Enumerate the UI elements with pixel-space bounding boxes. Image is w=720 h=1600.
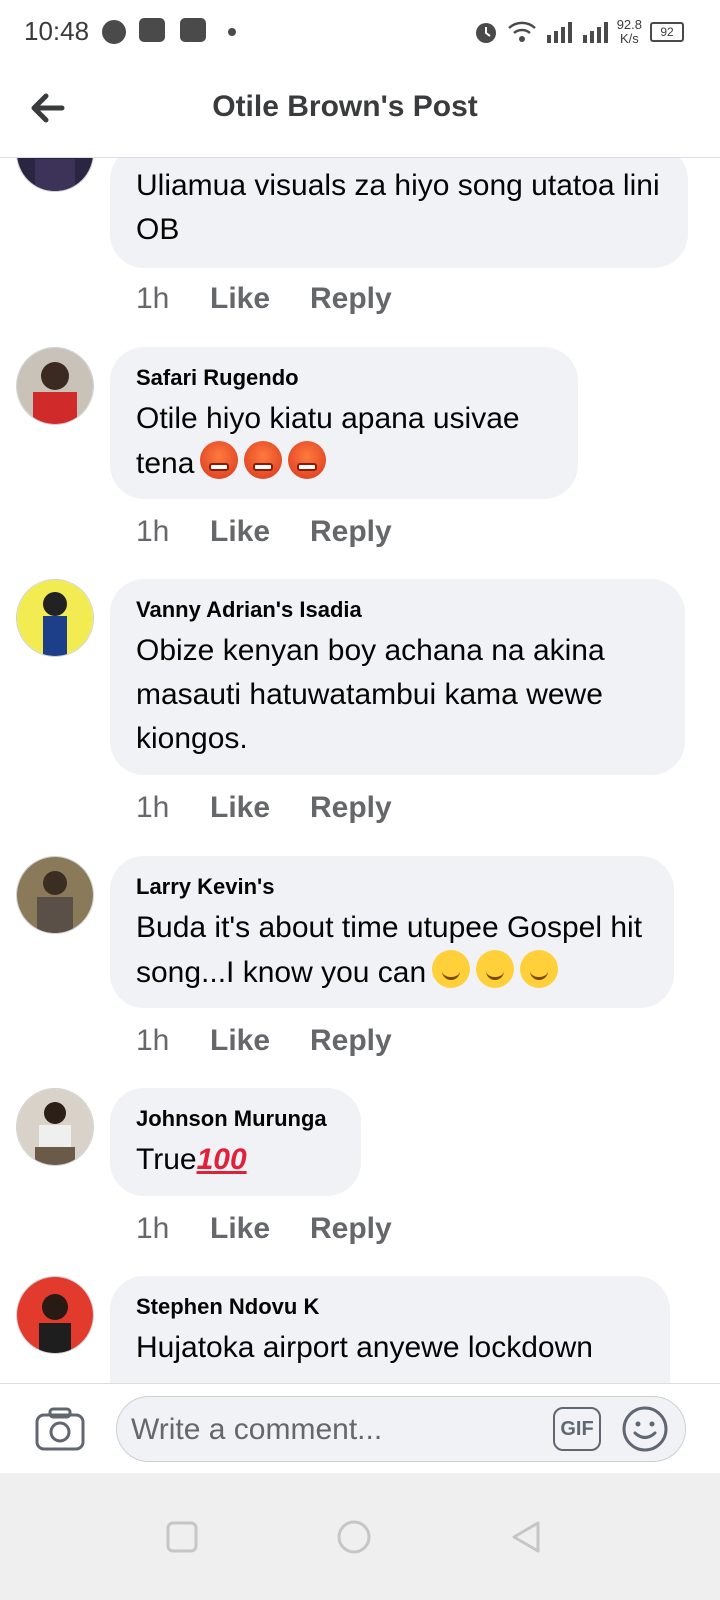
recent-apps-icon[interactable] [164,1519,200,1555]
status-right-group: 92.8 K/s 92 [473,14,684,50]
hundred-points-emoji-icon: 100 [196,1143,247,1176]
comment-text: Hujatoka airport anyewe lockdown [136,1331,593,1364]
avatar[interactable] [16,1276,94,1354]
avatar[interactable] [16,856,94,934]
comment-author[interactable]: Johnson Murunga [136,1106,335,1132]
like-button[interactable]: Like [210,515,310,549]
signal-icon-1 [546,22,572,43]
angry-face-emoji-icon [244,441,283,479]
reply-button[interactable]: Reply [310,282,392,316]
reply-button[interactable]: Reply [310,1212,392,1246]
smiling-face-emoji-icon [520,950,559,988]
comment-bubble[interactable]: Vanny Adrian's Isadia Obize kenyan boy a… [110,579,685,775]
angry-face-emoji-icon [288,441,327,479]
comment-composer: GIF [0,1383,720,1474]
battery-icon: 92 [650,22,684,42]
comment-author[interactable]: Larry Kevin's [136,874,648,900]
comment-text: Buda it's about time utupee Gospel hit s… [136,906,648,995]
network-speed-value: 92.8 [616,17,642,32]
comment-author[interactable]: Vanny Adrian's Isadia [136,597,659,623]
avatar[interactable] [16,347,94,425]
smiling-face-emoji-icon [476,950,515,988]
comment-bubble[interactable]: Uliamua visuals za hiyo song utatoa lini… [110,158,688,268]
comment-actions: 1h Like Reply [136,791,392,825]
comment-text: Otile hiyo kiatu apana usivae tena [136,397,552,486]
like-button[interactable]: Like [210,1212,310,1246]
notification-app-icon [139,18,165,42]
status-time: 10:48 [24,16,90,46]
network-speed-unit: K/s [619,31,639,46]
comment-text-content: Buda it's about time utupee Gospel hit s… [136,911,643,989]
reply-button[interactable]: Reply [310,515,392,549]
comment-author[interactable]: Stephen Ndovu K [136,1294,644,1320]
comment-author[interactable]: Safari Rugendo [136,365,552,391]
home-icon[interactable] [336,1519,372,1555]
smiling-face-emoji-icon [432,950,471,988]
comment-actions: 1h Like Reply [136,1212,392,1246]
gif-button[interactable]: GIF [553,1407,601,1451]
alarm-icon [475,23,496,43]
comment-bubble[interactable]: Stephen Ndovu K Hujatoka airport anyewe … [110,1276,670,1383]
avatar[interactable] [16,1088,94,1166]
comment-time: 1h [136,1212,170,1245]
comment-time: 1h [136,282,170,315]
comment-input[interactable] [129,1409,543,1451]
comment-bubble[interactable]: Johnson Murunga True100 [110,1088,361,1196]
avatar[interactable] [16,579,94,657]
comment-text: Obize kenyan boy achana na akina masauti… [136,634,605,755]
notification-dot-icon [102,20,126,44]
like-button[interactable]: Like [210,791,310,825]
game-controller-icon [180,18,206,42]
comment-actions: 1h Like Reply [136,1024,392,1058]
comment-text-content: True [136,1143,197,1176]
network-speed: 92.8 K/s [617,18,642,46]
system-nav-bar [0,1473,720,1600]
angry-face-emoji-icon [200,441,239,479]
comment-input-container[interactable]: GIF [116,1396,686,1462]
comment-bubble[interactable]: Safari Rugendo Otile hiyo kiatu apana us… [110,347,578,499]
comment-bubble[interactable]: Larry Kevin's Buda it's about time utupe… [110,856,674,1008]
avatar[interactable] [16,158,94,192]
page-title: Otile Brown's Post [212,90,478,123]
more-notifications-icon [228,28,236,36]
comment-text: True100 [136,1138,335,1182]
comment-actions: 1h Like Reply [136,282,392,316]
signal-icon-2 [582,22,608,43]
like-button[interactable]: Like [210,1024,310,1058]
comment-text-content: Otile hiyo kiatu apana usivae tena [136,402,520,480]
comment-time: 1h [136,791,170,824]
post-header: Otile Brown's Post [0,64,720,158]
reply-button[interactable]: Reply [310,791,392,825]
like-button[interactable]: Like [210,282,310,316]
wifi-icon [507,21,536,42]
camera-icon[interactable] [34,1406,86,1452]
reply-button[interactable]: Reply [310,1024,392,1058]
comment-time: 1h [136,1024,170,1057]
comment-text: Uliamua visuals za hiyo song utatoa lini… [136,169,660,246]
comment-actions: 1h Like Reply [136,515,392,549]
comment-time: 1h [136,515,170,548]
smiley-icon[interactable] [621,1405,669,1453]
status-bar: 10:48 92.8 K/s 92 [0,0,720,64]
back-triangle-icon[interactable] [508,1519,544,1555]
comments-list[interactable]: Uliamua visuals za hiyo song utatoa lini… [0,158,720,1383]
